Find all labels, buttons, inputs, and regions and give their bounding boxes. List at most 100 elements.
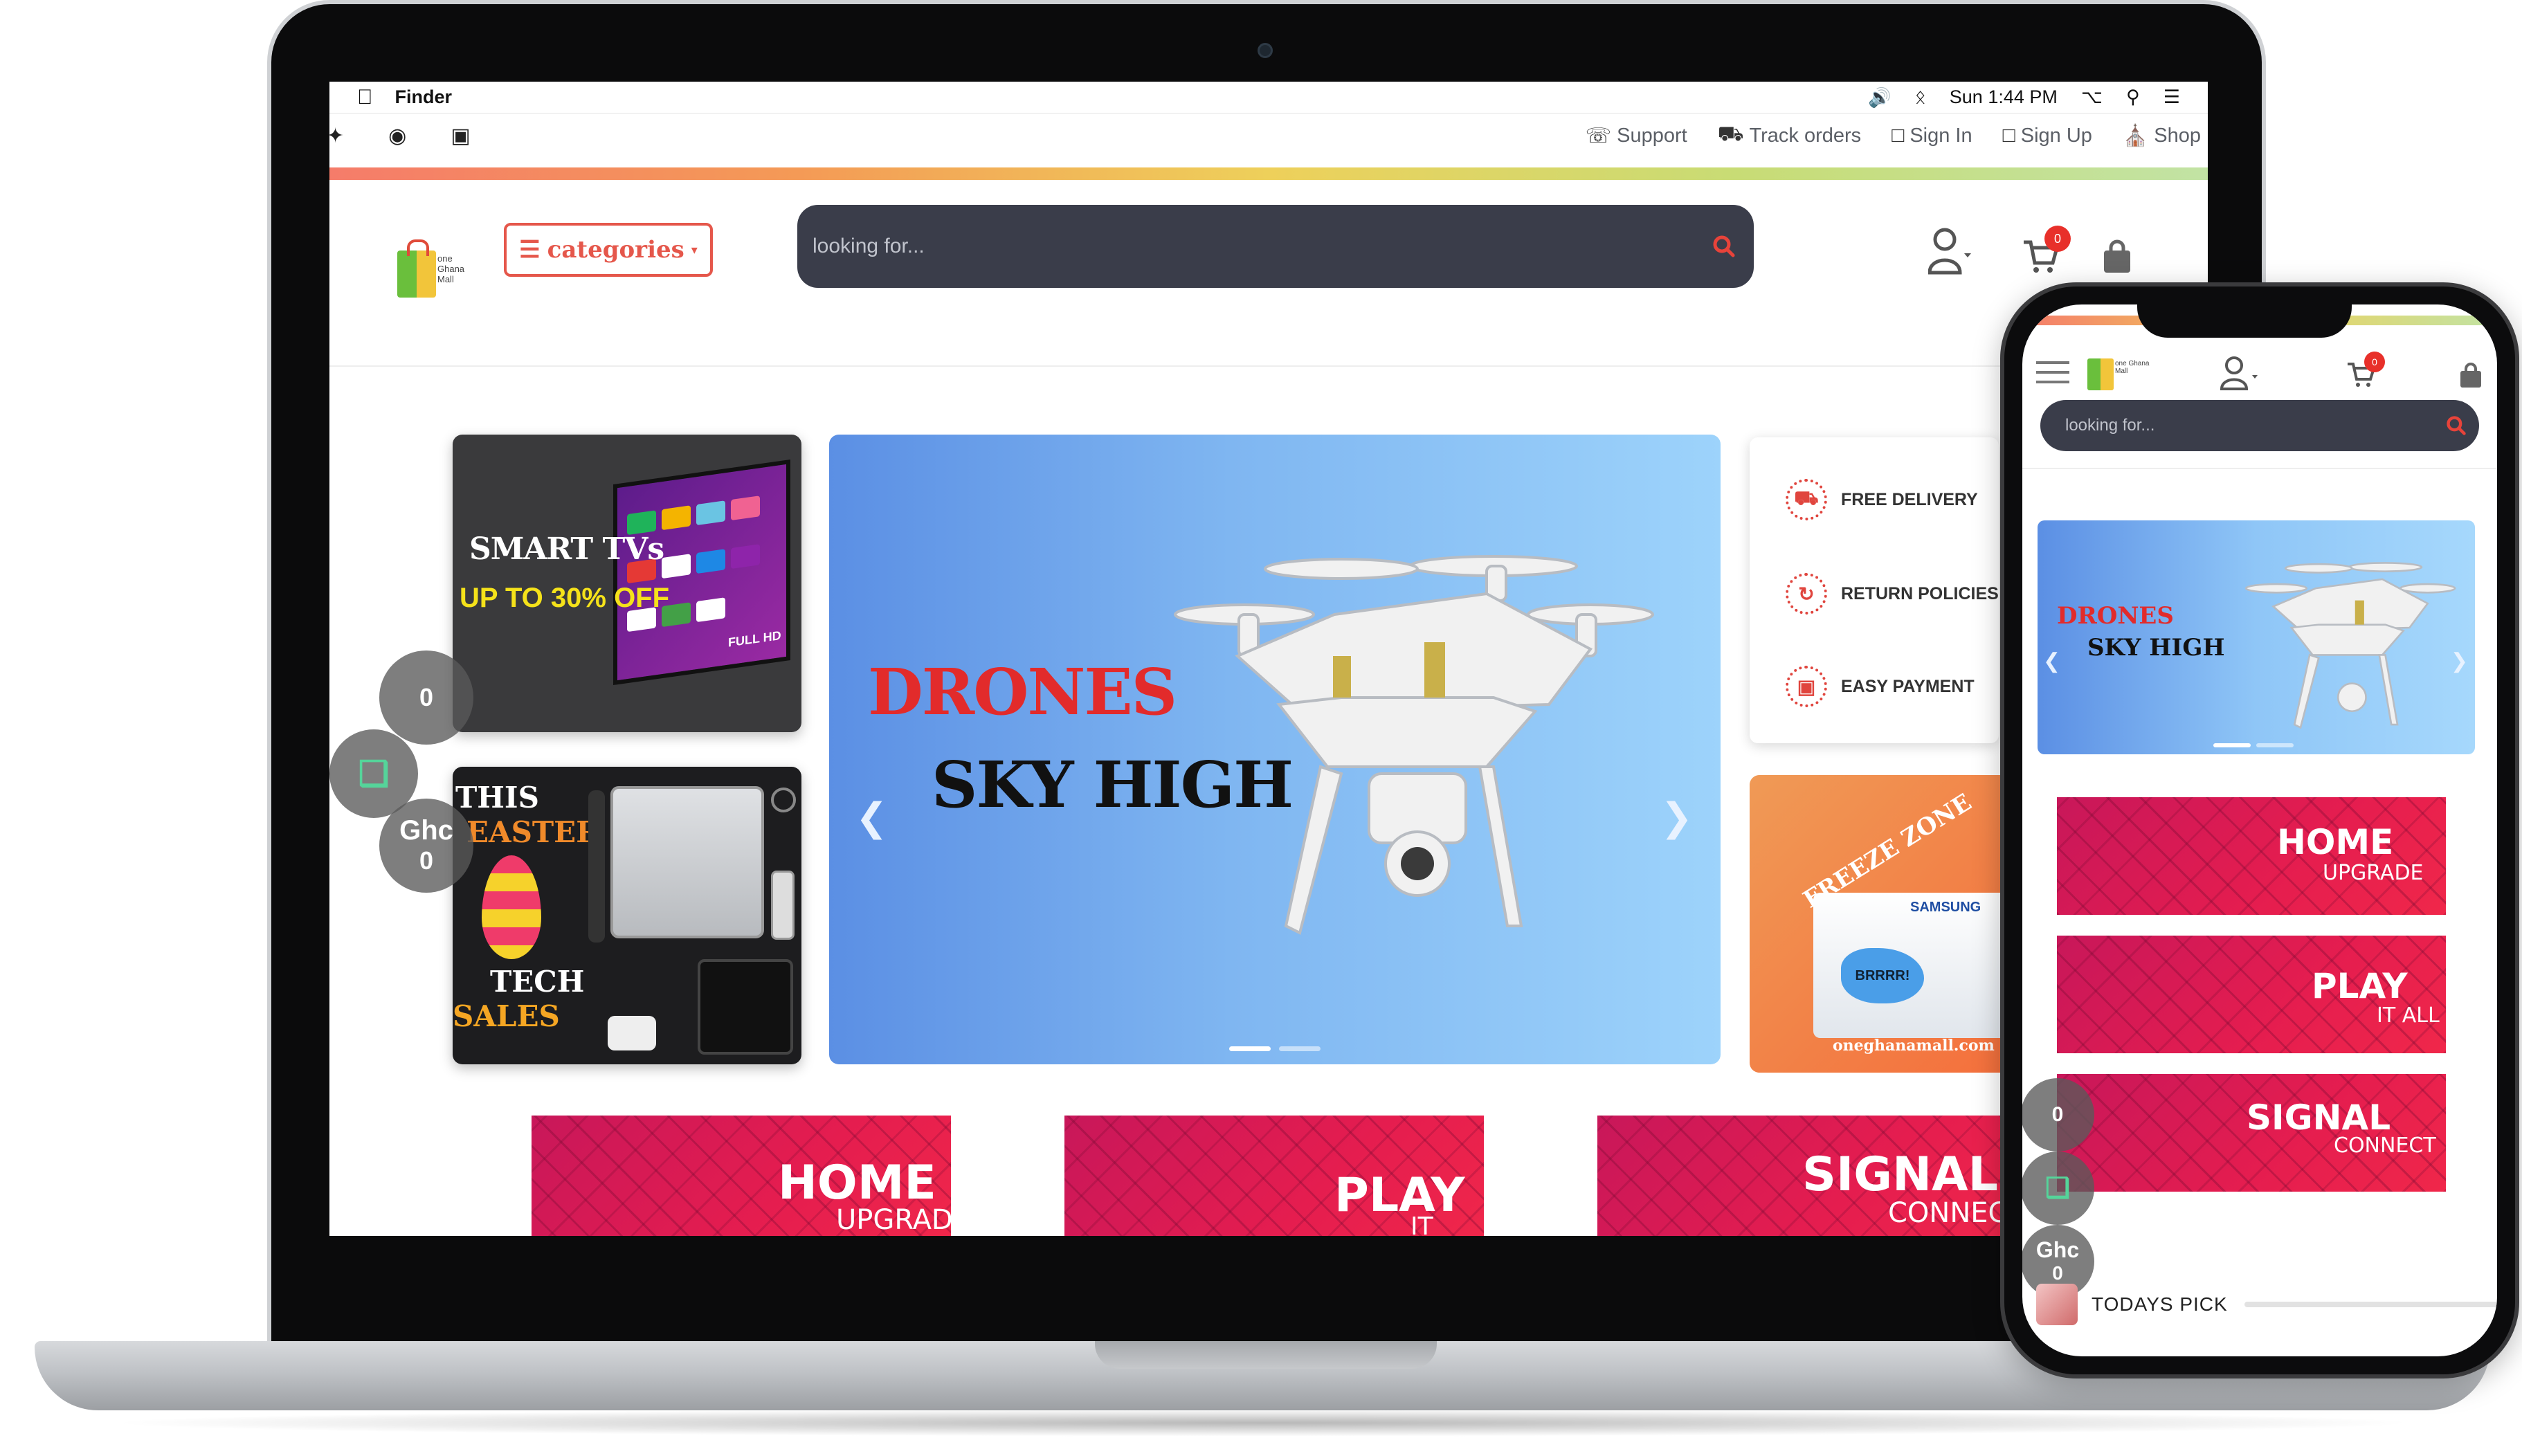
sign-in-link[interactable]: □ Sign In — [1891, 122, 1972, 149]
wifi-icon[interactable]: ⌥ — [2081, 87, 2103, 108]
sign-in-label: Sign In — [1909, 124, 1972, 147]
cart-count-badge: 0 — [2044, 226, 2071, 252]
phone-screen: one Ghana Mall 0 looking for... DRONES S… — [2022, 304, 2497, 1356]
phone-search-input[interactable]: looking for... — [2040, 400, 2479, 451]
banner-title: PLAY — [2312, 966, 2408, 1006]
phone-search-icon[interactable] — [2446, 415, 2467, 436]
phone-hero-slider[interactable]: DRONES SKY HIGH ❮ ❯ — [2038, 520, 2475, 754]
facebook-icon[interactable]: ◉ — [388, 124, 406, 148]
truck-icon: ⛟ — [1786, 479, 1827, 520]
shop-link[interactable]: ⛪ Shop — [2123, 122, 2201, 149]
volume-icon[interactable]: 🔊 — [1868, 87, 1891, 109]
track-orders-link[interactable]: ⛟ Track orders — [1718, 122, 1861, 149]
phone-slider-dot-2[interactable] — [2256, 743, 2294, 747]
category-banner-home[interactable]: HOME UPGRADE — [532, 1116, 951, 1236]
tablet-product-image — [698, 959, 793, 1055]
air-conditioner-image: SAMSUNG BRRRR! — [1813, 893, 2007, 1038]
slider-next-arrow[interactable]: ❯ — [1660, 794, 1693, 840]
search-icon[interactable] — [1712, 235, 1736, 258]
control-center-icon[interactable]: ☰ — [2163, 87, 2180, 108]
basket-icon: ❑ — [2045, 1173, 2070, 1203]
phone-user-icon[interactable] — [2220, 354, 2262, 392]
smart-tv-promo[interactable]: FULL HD SMART TVs UP TO 30% OFF — [453, 435, 801, 732]
banner-subtitle: UPGRADE — [2323, 861, 2424, 885]
easter-word-tech: TECH — [490, 965, 585, 999]
banner-subtitle: CONNEC — [1888, 1197, 2008, 1229]
feature-return-policies: ↻ RETURN POLICIES — [1786, 573, 1999, 615]
banner-subtitle: UPGRADE — [836, 1204, 951, 1236]
phone-cart-widget-basket[interactable]: ❑ — [2022, 1152, 2094, 1225]
cart-widget-total[interactable]: Ghc 0 — [379, 799, 473, 893]
phone-category-banner-play[interactable]: PLAY IT ALL — [2057, 936, 2446, 1053]
categories-label: categories — [547, 236, 684, 264]
phone-cart-widget-items[interactable]: 0 — [2022, 1078, 2094, 1152]
categories-button[interactable]: ☰ categories ▾ — [504, 223, 713, 277]
sign-up-label: Sign Up — [2020, 124, 2092, 147]
phone-cart-widget-currency: Ghc — [2035, 1237, 2080, 1262]
search-placeholder: looking for... — [813, 235, 925, 257]
support-link[interactable]: ☏ Support — [1586, 122, 1687, 149]
phone-logo[interactable]: one Ghana Mall — [2087, 352, 2157, 393]
brrr-burst: BRRRR! — [1841, 948, 1924, 1003]
category-banner-play[interactable]: PLAY IT ALL — [1064, 1116, 1484, 1236]
cart-widget-items[interactable]: 0 — [379, 650, 473, 745]
freeze-zone-url: oneghanamall.com — [1833, 1037, 1995, 1055]
twitter-icon[interactable]: ✦ — [329, 124, 344, 148]
todays-pick-heading: TODAYS PICK — [2092, 1293, 2228, 1315]
smart-tv-heading: SMART TVs — [469, 531, 664, 567]
slider-dot-1[interactable] — [1229, 1046, 1271, 1051]
feature-label: FREE DELIVERY — [1841, 489, 1978, 509]
easter-tech-promo[interactable]: THIS EASTER TECH SALES — [453, 767, 801, 1064]
banner-title: SIGNAL — [1802, 1147, 1998, 1202]
phone-slider-dot-1[interactable] — [2213, 743, 2251, 747]
hero-title: DRONES — [868, 655, 1177, 729]
phone-hero-subtitle: SKY HIGH — [2087, 634, 2225, 662]
phone-hero-title: DRONES — [2057, 602, 2174, 630]
phone-cart-widget-items-count: 0 — [2051, 1103, 2064, 1126]
apple-icon[interactable]:  — [357, 86, 373, 109]
phone-drone-image — [2244, 562, 2456, 729]
gift-icon — [2036, 1284, 2078, 1325]
rainbow-divider — [329, 167, 2208, 180]
bluetooth-icon[interactable]: ᛟ — [1915, 87, 1926, 108]
finder-menu[interactable]: Finder — [395, 87, 453, 108]
instagram-icon[interactable]: ▣ — [451, 124, 470, 148]
section-divider — [2244, 1302, 2497, 1307]
store-icon: ⛪ — [2122, 124, 2149, 147]
feature-label: RETURN POLICIES — [1841, 583, 1999, 603]
menu-icon: ☰ — [519, 236, 541, 264]
freeze-zone-promo[interactable]: FREEZE ZONE SAMSUNG BRRRR! oneghanamall.… — [1750, 775, 2013, 1073]
hero-slider[interactable]: DRONES SKY HIGH ❮ ❯ — [829, 435, 1721, 1064]
category-banner-signal[interactable]: SIGNAL CONNEC — [1597, 1116, 2017, 1236]
banner-title: HOME — [778, 1156, 936, 1210]
basket-icon: ❑ — [358, 754, 390, 793]
shopping-bag-icon[interactable] — [2101, 239, 2133, 274]
smartwatch-image — [588, 790, 605, 943]
hamburger-menu-icon[interactable] — [2036, 360, 2069, 385]
support-label: Support — [1617, 124, 1687, 147]
phone-slider-next-arrow[interactable]: ❯ — [2451, 649, 2468, 673]
user-icon[interactable] — [1928, 226, 1971, 275]
slider-prev-arrow[interactable]: ❮ — [855, 794, 888, 840]
easter-egg-image — [482, 855, 541, 959]
phone-category-banner-home[interactable]: HOME UPGRADE — [2057, 797, 2446, 915]
truck-icon: ⛟ — [1717, 122, 1744, 145]
spotlight-icon[interactable]: ⚲ — [2126, 87, 2140, 108]
phone-notch — [2137, 286, 2352, 338]
shop-label: Shop — [2154, 124, 2201, 147]
slider-dot-2[interactable] — [1279, 1046, 1321, 1051]
phone-category-banner-signal[interactable]: SIGNAL CONNECT — [2057, 1074, 2446, 1192]
menubar-clock[interactable]: Sun 1:44 PM — [1950, 87, 2058, 108]
phone-slider-prev-arrow[interactable]: ❮ — [2043, 649, 2060, 673]
banner-title: SIGNAL — [2247, 1098, 2391, 1138]
feature-free-delivery: ⛟ FREE DELIVERY — [1786, 479, 1978, 520]
drone-image — [1174, 555, 1654, 935]
phone-shopping-bag-icon[interactable] — [2458, 363, 2483, 389]
banner-subtitle: CONNECT — [2334, 1134, 2436, 1158]
search-input[interactable]: looking for... — [797, 205, 1754, 288]
site-logo[interactable]: one Ghana Mall — [397, 239, 473, 303]
sign-up-link[interactable]: □ Sign Up — [2003, 122, 2092, 149]
lock-icon: □ — [1891, 124, 1905, 147]
feature-easy-payment: ▣ EASY PAYMENT — [1786, 666, 1975, 707]
phone-logo-text: one Ghana Mall — [2115, 360, 2150, 375]
